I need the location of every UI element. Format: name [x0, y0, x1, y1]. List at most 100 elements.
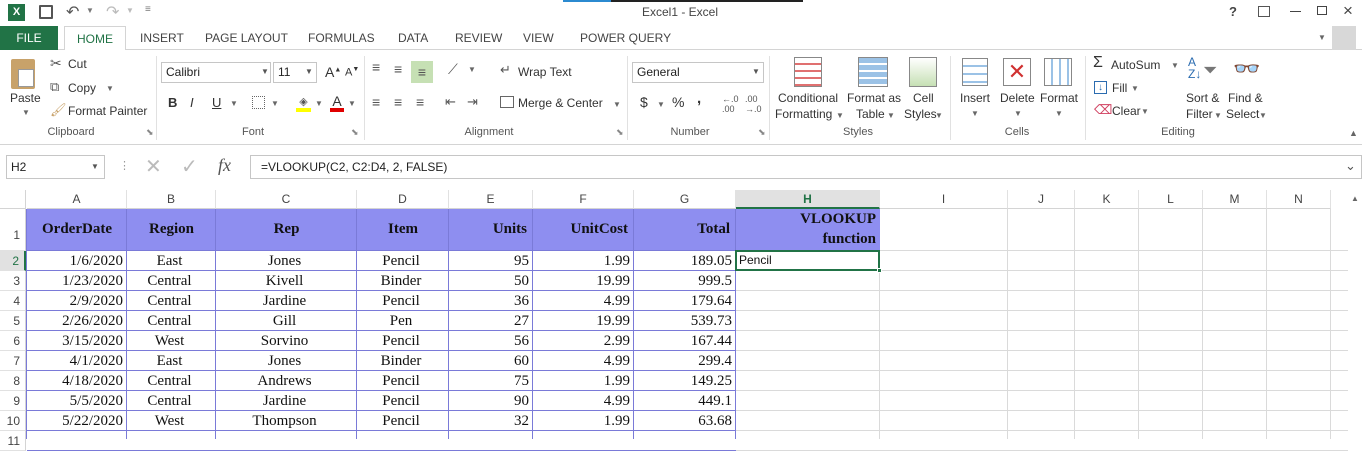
italic-button[interactable]: I	[190, 95, 194, 110]
insert-cells-dropdown-icon[interactable]: ▼	[971, 109, 979, 118]
column-header-h[interactable]: H	[736, 190, 880, 209]
column-header-k[interactable]: K	[1075, 190, 1139, 209]
table-cell[interactable]: 60	[449, 351, 529, 371]
find-select-label-2[interactable]: Select	[1226, 107, 1259, 121]
clear-icon[interactable]: ⌫	[1094, 102, 1112, 118]
cell-styles-label-2[interactable]: Styles	[904, 107, 937, 121]
column-header-j[interactable]: J	[1008, 190, 1075, 209]
table-cell[interactable]: 5/22/2020	[27, 411, 123, 431]
table-cell[interactable]: 1.99	[533, 371, 630, 391]
table-cell[interactable]: Pencil	[357, 291, 445, 311]
table-cell[interactable]: 75	[449, 371, 529, 391]
tab-page-layout[interactable]: PAGE LAYOUT	[195, 26, 298, 50]
table-cell[interactable]: 63.68	[634, 411, 732, 431]
increase-decimal-icon[interactable]: ←.0.00	[722, 94, 739, 114]
insert-function-button[interactable]: fx	[218, 155, 231, 176]
column-header-l[interactable]: L	[1139, 190, 1203, 209]
table-cell[interactable]: 299.4	[634, 351, 732, 371]
table-cell[interactable]: 999.5	[634, 271, 732, 291]
number-format-dropdown-icon[interactable]: ▼	[752, 67, 760, 76]
font-color-icon[interactable]: A	[330, 93, 344, 112]
autosum-icon[interactable]: Σ	[1093, 54, 1103, 72]
table-cell[interactable]: 3/15/2020	[27, 331, 123, 351]
paste-icon[interactable]	[11, 59, 35, 89]
align-center-icon[interactable]: ≡	[394, 94, 402, 110]
header-cell-b[interactable]: Region	[127, 219, 210, 241]
header-cell-f[interactable]: UnitCost	[533, 219, 628, 241]
redo-dropdown-icon[interactable]: ▼	[126, 6, 134, 15]
header-cell-c[interactable]: Rep	[216, 219, 351, 241]
table-cell[interactable]: 189.05	[634, 251, 732, 271]
table-cell[interactable]: 90	[449, 391, 529, 411]
column-header-d[interactable]: D	[357, 190, 449, 209]
table-cell[interactable]: Central	[127, 391, 212, 411]
fill-color-icon[interactable]: ◈	[296, 94, 311, 112]
conditional-formatting-dropdown-icon[interactable]: ▼	[836, 111, 844, 120]
tab-review[interactable]: REVIEW	[445, 26, 512, 50]
format-as-table-dropdown-icon[interactable]: ▼	[887, 111, 895, 120]
table-cell[interactable]: 50	[449, 271, 529, 291]
table-cell[interactable]: Central	[127, 271, 212, 291]
column-header-c[interactable]: C	[216, 190, 357, 209]
filter-funnel-icon[interactable]: ⏷	[1203, 60, 1217, 81]
table-cell[interactable]: Jardine	[216, 291, 353, 311]
expand-formula-bar-icon[interactable]: ⌄	[1345, 158, 1356, 174]
orientation-dropdown-icon[interactable]: ▼	[468, 65, 476, 74]
font-name-select[interactable]: Calibri	[161, 62, 271, 83]
column-header-g[interactable]: G	[634, 190, 736, 209]
column-header-e[interactable]: E	[449, 190, 533, 209]
ribbon-display-icon[interactable]	[1258, 6, 1270, 17]
cell-styles-dropdown-icon[interactable]: ▼	[935, 111, 943, 120]
table-cell[interactable]: Pen	[357, 311, 445, 331]
row-header-8[interactable]: 8	[0, 371, 26, 391]
table-cell[interactable]: Central	[127, 371, 212, 391]
currency-button[interactable]: $	[640, 94, 648, 110]
table-cell[interactable]: 5/5/2020	[27, 391, 123, 411]
borders-dropdown-icon[interactable]: ▼	[271, 99, 279, 108]
decrease-indent-icon[interactable]: ⇤	[445, 94, 456, 110]
merge-center-button[interactable]: Merge & Center	[518, 96, 603, 110]
vlookup-header-line2[interactable]: function	[736, 229, 876, 250]
table-cell[interactable]: 1/23/2020	[27, 271, 123, 291]
table-cell[interactable]: Pencil	[357, 371, 445, 391]
clipboard-launcher-icon[interactable]: ⬊	[146, 127, 154, 138]
table-cell[interactable]: Gill	[216, 311, 353, 331]
tab-formulas[interactable]: FORMULAS	[298, 26, 385, 50]
format-cells-dropdown-icon[interactable]: ▼	[1055, 109, 1063, 118]
table-cell[interactable]: 19.99	[533, 271, 630, 291]
bold-button[interactable]: B	[168, 95, 177, 110]
cell-styles-icon[interactable]	[909, 57, 937, 87]
table-cell[interactable]: 32	[449, 411, 529, 431]
table-cell[interactable]: 19.99	[533, 311, 630, 331]
account-dropdown-icon[interactable]: ▼	[1318, 33, 1326, 42]
column-header-i[interactable]: I	[880, 190, 1008, 209]
row-header-3[interactable]: 3	[0, 271, 26, 291]
tab-insert[interactable]: INSERT	[130, 26, 194, 50]
delete-cells-icon[interactable]: ✕	[1003, 58, 1031, 86]
table-cell[interactable]: 1.99	[533, 251, 630, 271]
cancel-entry-icon[interactable]: ✕	[145, 154, 162, 179]
increase-indent-icon[interactable]: ⇥	[467, 94, 478, 110]
customize-toolbar-icon[interactable]: ≡	[145, 4, 151, 15]
table-cell[interactable]: 56	[449, 331, 529, 351]
currency-dropdown-icon[interactable]: ▼	[657, 100, 665, 109]
table-cell[interactable]: 4/18/2020	[27, 371, 123, 391]
column-header-a[interactable]: A	[27, 190, 127, 209]
formula-input[interactable]: =VLOOKUP(C2, C2:D4, 2, FALSE)	[261, 160, 447, 174]
cut-button[interactable]: Cut	[68, 57, 87, 71]
font-size-dropdown-icon[interactable]: ▼	[305, 67, 313, 76]
table-cell[interactable]: Jones	[216, 251, 353, 271]
user-avatar[interactable]	[1332, 26, 1356, 50]
bottom-align-icon[interactable]: ≡	[411, 61, 433, 83]
increase-font-icon[interactable]: A▲	[325, 64, 341, 80]
fill-button[interactable]: Fill	[1112, 81, 1127, 95]
table-cell[interactable]: Sorvino	[216, 331, 353, 351]
wrap-text-icon[interactable]: ↵	[500, 62, 511, 78]
insert-cells-icon[interactable]	[962, 58, 988, 86]
sort-filter-button[interactable]: Sort &	[1186, 91, 1219, 105]
row-header-5[interactable]: 5	[0, 311, 26, 331]
table-cell[interactable]: Central	[127, 291, 212, 311]
comma-button[interactable]: ,	[697, 90, 701, 107]
underline-button[interactable]: U	[212, 95, 221, 110]
row-header-1[interactable]: 1	[0, 209, 26, 251]
